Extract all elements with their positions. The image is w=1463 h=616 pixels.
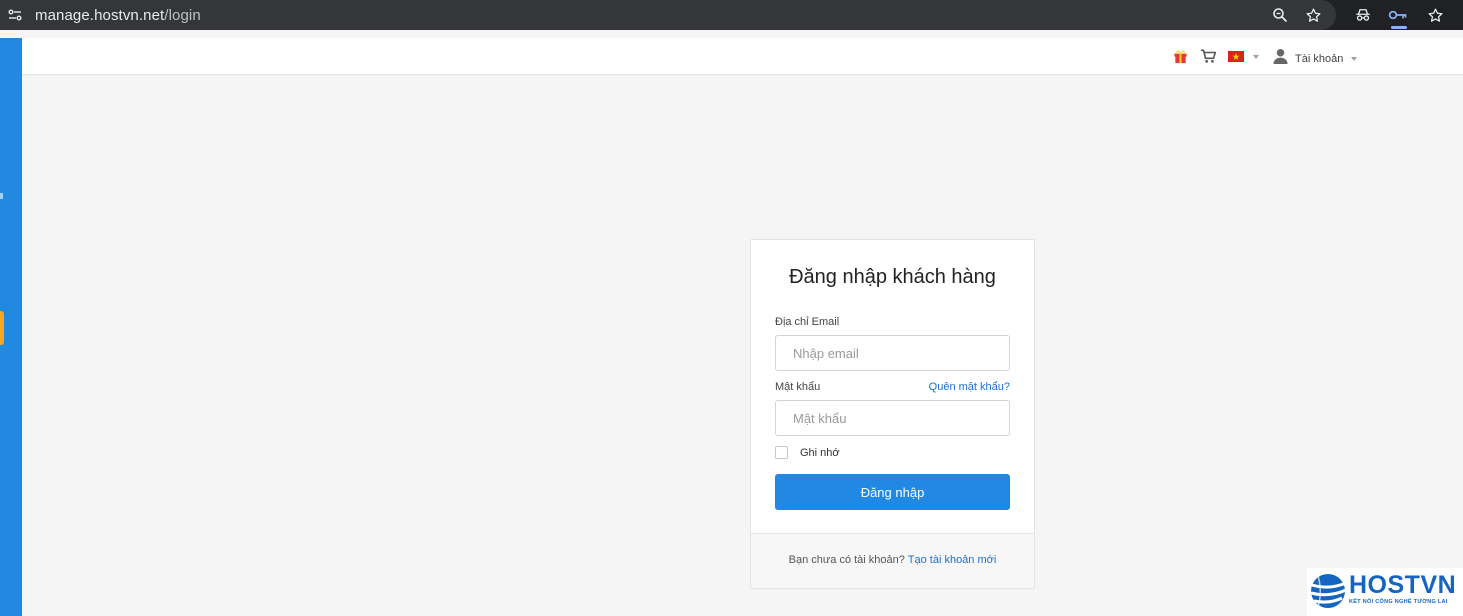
top-navigation: Tài khoản — [22, 38, 1463, 75]
sidebar-badge[interactable] — [0, 311, 4, 345]
url-text: manage.hostvn.net/login — [35, 7, 201, 24]
remember-label[interactable]: Ghi nhớ — [800, 447, 840, 459]
account-menu[interactable]: Tài khoản — [1273, 48, 1358, 69]
cart-icon[interactable] — [1200, 49, 1216, 64]
vietnam-flag-icon — [1228, 51, 1244, 62]
globe-logo-icon — [1310, 574, 1347, 608]
chevron-down-icon — [1351, 56, 1358, 61]
card-footer: Bạn chưa có tài khoản? Tạo tài khoản mới — [751, 533, 1034, 588]
password-key-icon[interactable] — [1388, 5, 1408, 25]
browser-toolbar: manage.hostvn.net/login — [0, 0, 1463, 30]
url-host: manage.hostvn.net — [35, 6, 165, 24]
active-indicator — [1391, 26, 1407, 29]
signup-prompt: Bạn chưa có tài khoản? — [788, 554, 905, 566]
bookmark-star-icon[interactable] — [1303, 5, 1323, 25]
login-card: Đăng nhập khách hàng Địa chỉ Email Mật k… — [750, 239, 1035, 589]
password-label: Mật khẩu — [775, 381, 821, 393]
gift-icon[interactable] — [1173, 49, 1188, 64]
sidebar-marker — [0, 193, 3, 199]
email-field[interactable] — [775, 335, 1010, 371]
logo-tagline: KẾT NỐI CÔNG NGHỆ TƯƠNG LAI — [1349, 599, 1448, 605]
extensions-star-icon[interactable] — [1425, 5, 1445, 25]
page-title: Đăng nhập khách hàng — [789, 266, 996, 288]
remember-checkbox[interactable] — [775, 446, 788, 459]
logo-wordmark: HOSTVN — [1349, 571, 1457, 599]
language-selector[interactable] — [1228, 51, 1259, 62]
login-button[interactable]: Đăng nhập — [775, 474, 1010, 510]
chevron-down-icon — [1253, 54, 1259, 59]
account-label: Tài khoản — [1295, 52, 1344, 65]
password-field[interactable] — [775, 400, 1010, 436]
incognito-icon[interactable] — [1353, 5, 1373, 25]
sidebar-strip — [0, 38, 22, 616]
hostvn-logo: HOSTVN KẾT NỐI CÔNG NGHỆ TƯƠNG LAI — [1307, 568, 1463, 616]
user-icon — [1273, 48, 1288, 69]
zoom-icon[interactable] — [1270, 5, 1290, 25]
forgot-password-link[interactable]: Quên mật khẩu? — [929, 381, 1010, 393]
site-settings-icon[interactable] — [0, 0, 30, 30]
url-path: /login — [164, 6, 201, 24]
signup-link[interactable]: Tạo tài khoản mới — [908, 554, 997, 566]
email-label: Địa chỉ Email — [775, 316, 840, 328]
address-bar[interactable]: manage.hostvn.net/login — [0, 0, 1336, 30]
